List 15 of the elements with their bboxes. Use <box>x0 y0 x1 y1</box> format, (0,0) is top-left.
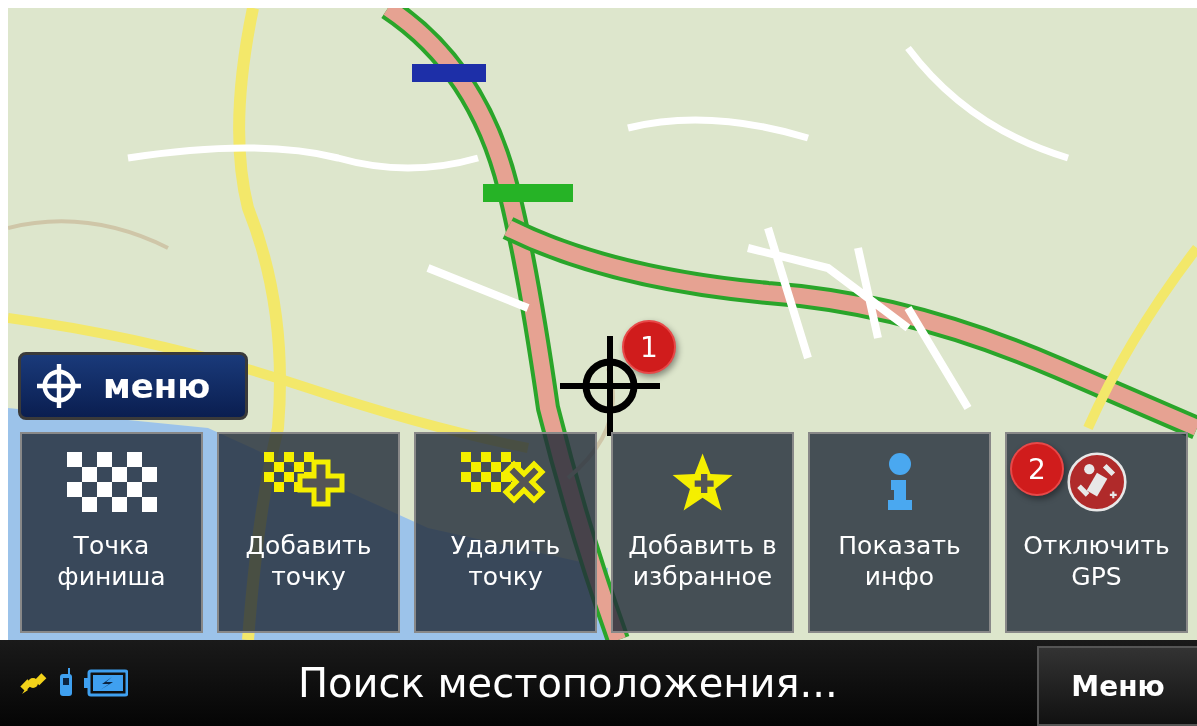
star-plus-icon <box>670 452 735 512</box>
battery-charging-icon <box>84 669 128 697</box>
action-button[interactable]: Удалить точку <box>414 432 597 633</box>
action-button[interactable]: Точка финиша <box>20 432 203 633</box>
action-button[interactable]: Показать инфо <box>808 432 991 633</box>
crosshair-icon <box>37 364 81 408</box>
menu-button[interactable]: меню <box>18 352 248 420</box>
menu-button[interactable]: Меню <box>1037 646 1197 726</box>
status-message: Поиск местоположения... <box>297 660 839 706</box>
action-button[interactable]: Добавить точку <box>217 432 400 633</box>
satellite-cross-icon <box>1066 452 1127 512</box>
action-button[interactable]: Добавить в избранное <box>611 432 794 633</box>
phone-icon <box>58 668 74 698</box>
crosshair-icon <box>560 336 660 436</box>
checkered-flag-icon <box>66 452 157 512</box>
